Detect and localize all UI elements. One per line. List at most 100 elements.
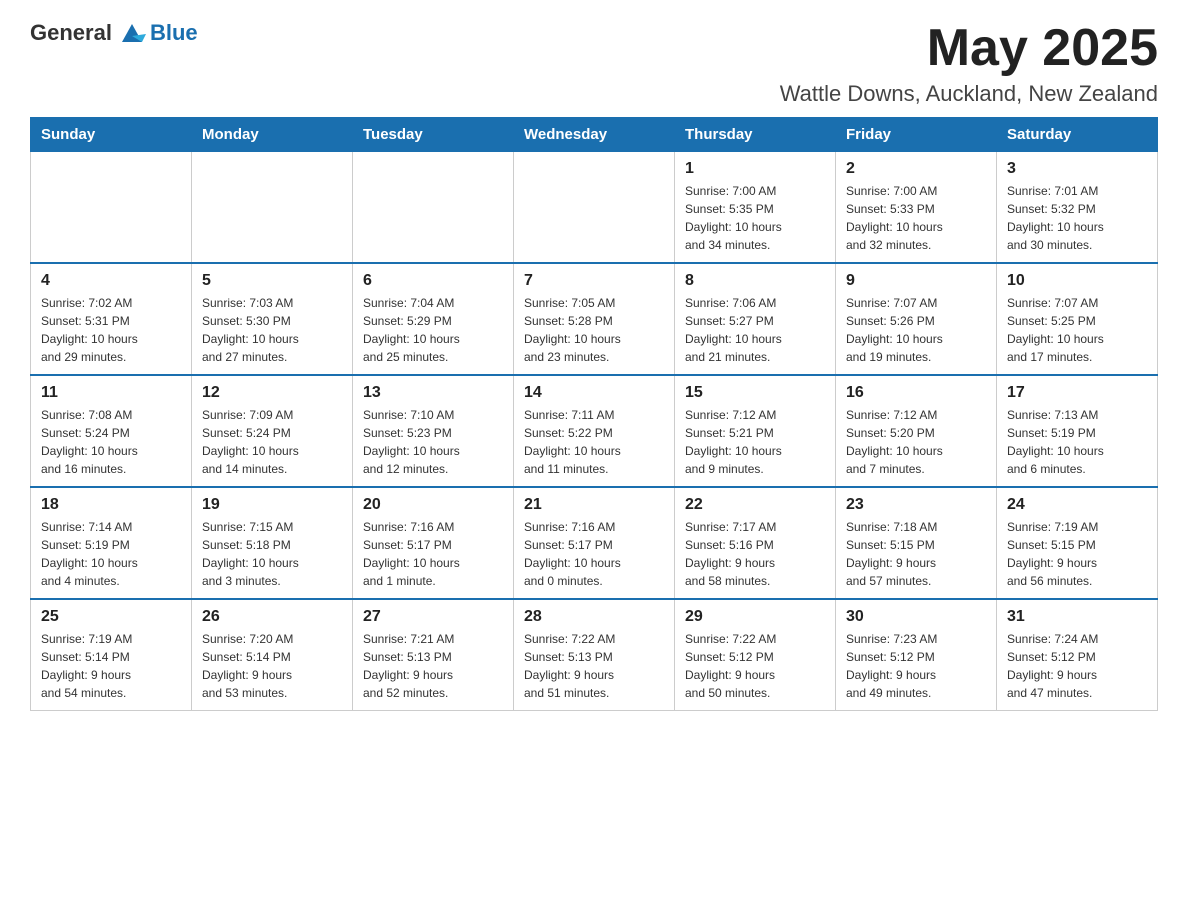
day-number: 23: [846, 496, 986, 514]
day-info: Sunrise: 7:04 AM Sunset: 5:29 PM Dayligh…: [363, 294, 503, 366]
day-info: Sunrise: 7:15 AM Sunset: 5:18 PM Dayligh…: [202, 518, 342, 590]
calendar-cell: 21Sunrise: 7:16 AM Sunset: 5:17 PM Dayli…: [514, 487, 675, 599]
day-info: Sunrise: 7:13 AM Sunset: 5:19 PM Dayligh…: [1007, 406, 1147, 478]
day-info: Sunrise: 7:19 AM Sunset: 5:15 PM Dayligh…: [1007, 518, 1147, 590]
calendar-cell: 14 Sunrise: 7:11 AM Sunset: 5:22 PM Dayli…: [514, 375, 675, 487]
day-info: Sunrise: 7:16 AM Sunset: 5:17 PM Dayligh…: [363, 518, 503, 590]
calendar-cell: [353, 152, 514, 264]
day-number: 25: [41, 608, 181, 626]
day-number: 24: [1007, 496, 1147, 514]
day-number: 28: [524, 608, 664, 626]
day-number: 9: [846, 272, 986, 290]
calendar-cell: 27Sunrise: 7:21 AM Sunset: 5:13 PM Dayli…: [353, 599, 514, 711]
calendar-cell: 24 Sunrise: 7:19 AM Sunset: 5:15 PM Dayli…: [997, 487, 1158, 599]
day-number: 30: [846, 608, 986, 626]
day-number: 4: [41, 272, 181, 290]
calendar-cell: 2Sunrise: 7:00 AM Sunset: 5:33 PM Daylig…: [836, 152, 997, 264]
day-info: Sunrise: 7:24 AM Sunset: 5:12 PM Dayligh…: [1007, 630, 1147, 702]
calendar-cell: 7 Sunrise: 7:05 AM Sunset: 5:28 PM Daylig…: [514, 263, 675, 375]
logo-general-text: General: [30, 20, 112, 46]
day-info: Sunrise: 7:22 AM Sunset: 5:13 PM Dayligh…: [524, 630, 664, 702]
day-info: Sunrise: 7:06 AM Sunset: 5:27 PM Dayligh…: [685, 294, 825, 366]
day-number: 8: [685, 272, 825, 290]
calendar-cell: 20 Sunrise: 7:16 AM Sunset: 5:17 PM Dayli…: [353, 487, 514, 599]
weekday-header-tuesday: Tuesday: [353, 118, 514, 152]
calendar-week-2: 4Sunrise: 7:02 AM Sunset: 5:31 PM Daylig…: [31, 263, 1158, 375]
day-info: Sunrise: 7:07 AM Sunset: 5:25 PM Dayligh…: [1007, 294, 1147, 366]
calendar-week-3: 11Sunrise: 7:08 AM Sunset: 5:24 PM Dayli…: [31, 375, 1158, 487]
day-number: 12: [202, 384, 342, 402]
calendar-cell: 25Sunrise: 7:19 AM Sunset: 5:14 PM Dayli…: [31, 599, 192, 711]
weekday-header-sunday: Sunday: [31, 118, 192, 152]
day-number: 7: [524, 272, 664, 290]
day-info: Sunrise: 7:00 AM Sunset: 5:35 PM Dayligh…: [685, 182, 825, 254]
day-number: 14: [524, 384, 664, 402]
day-info: Sunrise: 7:09 AM Sunset: 5:24 PM Dayligh…: [202, 406, 342, 478]
weekday-header-friday: Friday: [836, 118, 997, 152]
day-number: 18: [41, 496, 181, 514]
day-number: 2: [846, 160, 986, 178]
day-number: 10: [1007, 272, 1147, 290]
day-info: Sunrise: 7:21 AM Sunset: 5:13 PM Dayligh…: [363, 630, 503, 702]
calendar-cell: 4Sunrise: 7:02 AM Sunset: 5:31 PM Daylig…: [31, 263, 192, 375]
calendar-week-4: 18Sunrise: 7:14 AM Sunset: 5:19 PM Dayli…: [31, 487, 1158, 599]
logo-blue-text: Blue: [150, 20, 198, 46]
day-info: Sunrise: 7:01 AM Sunset: 5:32 PM Dayligh…: [1007, 182, 1147, 254]
calendar-header-row: SundayMondayTuesdayWednesdayThursdayFrid…: [31, 118, 1158, 152]
calendar-cell: 8 Sunrise: 7:06 AM Sunset: 5:27 PM Daylig…: [675, 263, 836, 375]
calendar-cell: [514, 152, 675, 264]
calendar-cell: 19 Sunrise: 7:15 AM Sunset: 5:18 PM Dayli…: [192, 487, 353, 599]
day-info: Sunrise: 7:11 AM Sunset: 5:22 PM Dayligh…: [524, 406, 664, 478]
day-info: Sunrise: 7:03 AM Sunset: 5:30 PM Dayligh…: [202, 294, 342, 366]
day-number: 17: [1007, 384, 1147, 402]
day-info: Sunrise: 7:12 AM Sunset: 5:21 PM Dayligh…: [685, 406, 825, 478]
title-block: May 2025 Wattle Downs, Auckland, New Zea…: [780, 20, 1158, 107]
weekday-header-saturday: Saturday: [997, 118, 1158, 152]
day-number: 3: [1007, 160, 1147, 178]
calendar-cell: 5 Sunrise: 7:03 AM Sunset: 5:30 PM Daylig…: [192, 263, 353, 375]
calendar-cell: 17 Sunrise: 7:13 AM Sunset: 5:19 PM Dayli…: [997, 375, 1158, 487]
calendar-cell: 10 Sunrise: 7:07 AM Sunset: 5:25 PM Dayli…: [997, 263, 1158, 375]
calendar-cell: 22 Sunrise: 7:17 AM Sunset: 5:16 PM Dayli…: [675, 487, 836, 599]
day-info: Sunrise: 7:10 AM Sunset: 5:23 PM Dayligh…: [363, 406, 503, 478]
day-info: Sunrise: 7:08 AM Sunset: 5:24 PM Dayligh…: [41, 406, 181, 478]
logo-icon: [118, 18, 146, 46]
day-number: 22: [685, 496, 825, 514]
day-info: Sunrise: 7:20 AM Sunset: 5:14 PM Dayligh…: [202, 630, 342, 702]
weekday-header-monday: Monday: [192, 118, 353, 152]
day-info: Sunrise: 7:22 AM Sunset: 5:12 PM Dayligh…: [685, 630, 825, 702]
calendar-week-5: 25Sunrise: 7:19 AM Sunset: 5:14 PM Dayli…: [31, 599, 1158, 711]
day-number: 5: [202, 272, 342, 290]
day-info: Sunrise: 7:17 AM Sunset: 5:16 PM Dayligh…: [685, 518, 825, 590]
day-number: 1: [685, 160, 825, 178]
calendar-cell: 26 Sunrise: 7:20 AM Sunset: 5:14 PM Dayli…: [192, 599, 353, 711]
calendar-cell: 9 Sunrise: 7:07 AM Sunset: 5:26 PM Daylig…: [836, 263, 997, 375]
calendar-cell: 12 Sunrise: 7:09 AM Sunset: 5:24 PM Dayli…: [192, 375, 353, 487]
logo: General Blue: [30, 20, 198, 46]
calendar-cell: 18Sunrise: 7:14 AM Sunset: 5:19 PM Dayli…: [31, 487, 192, 599]
day-info: Sunrise: 7:05 AM Sunset: 5:28 PM Dayligh…: [524, 294, 664, 366]
weekday-header-wednesday: Wednesday: [514, 118, 675, 152]
day-number: 20: [363, 496, 503, 514]
day-info: Sunrise: 7:12 AM Sunset: 5:20 PM Dayligh…: [846, 406, 986, 478]
day-info: Sunrise: 7:16 AM Sunset: 5:17 PM Dayligh…: [524, 518, 664, 590]
day-number: 15: [685, 384, 825, 402]
calendar-cell: 31 Sunrise: 7:24 AM Sunset: 5:12 PM Dayli…: [997, 599, 1158, 711]
calendar-cell: 16Sunrise: 7:12 AM Sunset: 5:20 PM Dayli…: [836, 375, 997, 487]
calendar-cell: 15 Sunrise: 7:12 AM Sunset: 5:21 PM Dayli…: [675, 375, 836, 487]
calendar-week-1: 1 Sunrise: 7:00 AM Sunset: 5:35 PM Daylig…: [31, 152, 1158, 264]
day-number: 19: [202, 496, 342, 514]
day-info: Sunrise: 7:07 AM Sunset: 5:26 PM Dayligh…: [846, 294, 986, 366]
calendar-cell: 28 Sunrise: 7:22 AM Sunset: 5:13 PM Dayli…: [514, 599, 675, 711]
calendar-cell: 23Sunrise: 7:18 AM Sunset: 5:15 PM Dayli…: [836, 487, 997, 599]
calendar-cell: 13 Sunrise: 7:10 AM Sunset: 5:23 PM Dayli…: [353, 375, 514, 487]
day-number: 6: [363, 272, 503, 290]
day-number: 31: [1007, 608, 1147, 626]
day-number: 29: [685, 608, 825, 626]
page-header: General Blue May 2025 Wattle Downs, Auck…: [30, 20, 1158, 107]
day-number: 26: [202, 608, 342, 626]
month-title: May 2025: [780, 20, 1158, 77]
calendar-cell: 11Sunrise: 7:08 AM Sunset: 5:24 PM Dayli…: [31, 375, 192, 487]
location-title: Wattle Downs, Auckland, New Zealand: [780, 81, 1158, 107]
day-number: 13: [363, 384, 503, 402]
